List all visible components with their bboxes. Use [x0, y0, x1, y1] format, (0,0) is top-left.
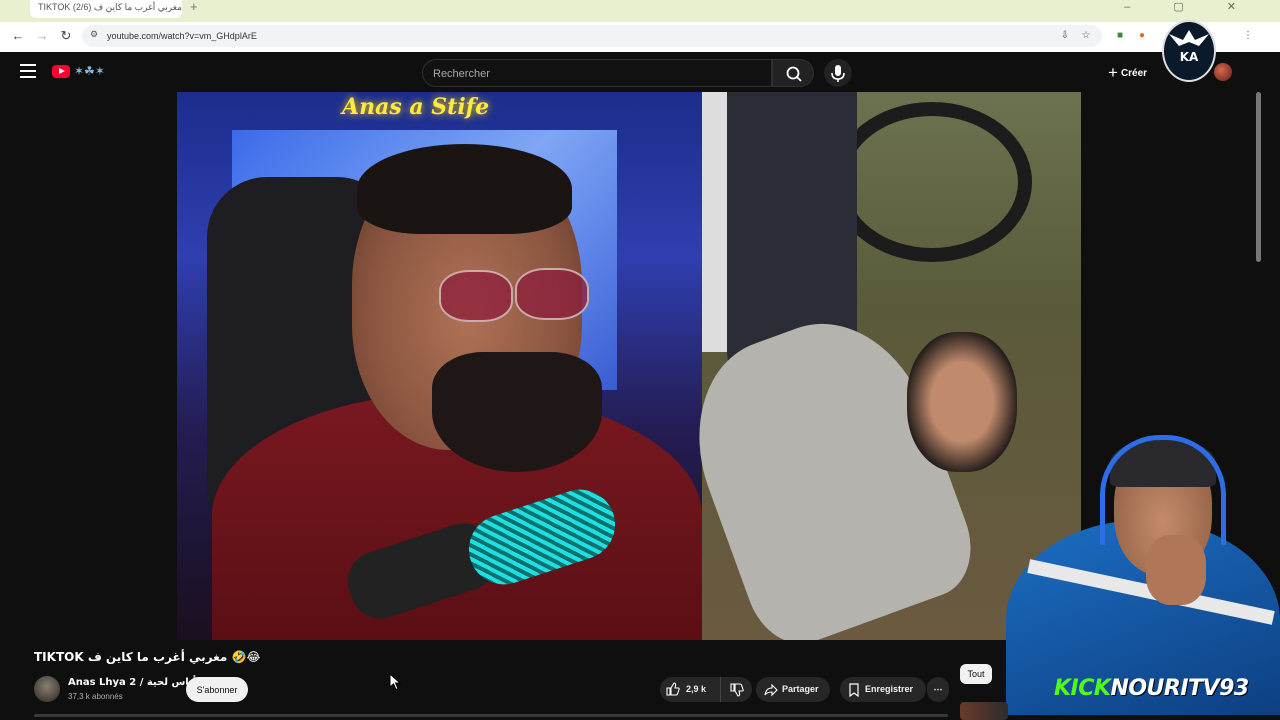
reload-icon[interactable]: ↻ [58, 28, 74, 44]
bookmark-icon [849, 683, 859, 697]
dislike-button[interactable] [720, 677, 752, 702]
share-icon [764, 683, 778, 697]
facecam-hand [1146, 535, 1206, 605]
description-divider [34, 714, 948, 717]
video-hair [357, 144, 572, 234]
channel-name[interactable]: Anas Lhya 2 / أناس لحية [68, 677, 196, 688]
like-count: 2,9 k [686, 684, 707, 694]
video-glasses [439, 270, 513, 322]
search-box[interactable] [422, 59, 772, 88]
logo-doodle-icon[interactable]: ✶☘✶ [74, 64, 105, 78]
create-button[interactable]: + Créer [1108, 60, 1168, 86]
share-button[interactable]: Partager [756, 677, 830, 702]
kick-channel-label: KICKNOURITV93 [1054, 676, 1249, 701]
forward-icon[interactable]: → [34, 28, 50, 44]
video-motorcycle-wheel [832, 102, 1032, 262]
new-tab-button[interactable]: + [190, 0, 198, 14]
page-scrollbar[interactable] [1256, 92, 1261, 262]
thumbs-down-icon [730, 683, 744, 697]
eagle-logo-icon: KA [1162, 20, 1216, 82]
install-app-icon[interactable]: ⇩ [1059, 30, 1071, 42]
channel-avatar[interactable] [34, 676, 60, 702]
streamer-name: NOURITV93 [1110, 676, 1249, 701]
back-icon[interactable]: ← [10, 28, 26, 44]
youtube-logo-icon[interactable] [52, 65, 70, 78]
search-icon [786, 66, 802, 82]
microphone-icon [831, 65, 845, 82]
like-dislike-group: 2,9 k [660, 677, 752, 702]
video-beard [432, 352, 602, 472]
extension-icon[interactable]: ● [1136, 30, 1148, 42]
streamer-facecam [996, 425, 1280, 715]
filter-chip-all[interactable]: Tout [960, 664, 992, 684]
account-avatar[interactable] [1214, 63, 1232, 81]
related-video-thumbnail[interactable] [960, 702, 1008, 720]
video-title: TIKTOK مغربي أغرب ما كاين ف 🤣😂 [34, 650, 261, 664]
url-text[interactable]: youtube.com/watch?v=vm_GHdplArE [107, 30, 257, 42]
facecam-headset [1100, 435, 1226, 545]
mouse-cursor-icon [389, 673, 401, 691]
search-input[interactable] [431, 60, 765, 88]
plus-icon: + [1108, 63, 1118, 82]
browser-tab[interactable]: TIKTOK مغربي أغرب ما كاين ف (2/6) [30, 0, 182, 18]
video-neon-sign: Anas a Stife [342, 94, 490, 120]
more-actions-button[interactable]: ⋯ [927, 677, 949, 702]
window-controls[interactable]: – ▢ ✕ [1124, 0, 1256, 14]
voice-search-button[interactable] [824, 59, 852, 87]
hamburger-menu-icon[interactable] [20, 64, 36, 78]
kick-logo-text: KICK [1054, 676, 1111, 701]
video-glasses [515, 268, 589, 320]
subscriber-count: 37,3 k abonnés [68, 692, 123, 701]
subscribe-button[interactable]: S'abonner [186, 677, 248, 702]
bookmark-star-icon[interactable]: ☆ [1080, 30, 1092, 42]
site-info-icon[interactable]: ⚙ [90, 29, 102, 41]
extension-icon[interactable]: ■ [1114, 30, 1126, 42]
like-button[interactable]: 2,9 k [660, 677, 716, 702]
video-left-frame: Anas a Stife [177, 92, 702, 640]
save-button[interactable]: Enregistrer [840, 677, 926, 702]
search-button[interactable] [772, 59, 814, 87]
thumbs-up-icon [666, 682, 680, 696]
video-player[interactable]: Anas a Stife [177, 92, 1081, 640]
browser-menu-icon[interactable]: ⋮ [1242, 30, 1254, 42]
